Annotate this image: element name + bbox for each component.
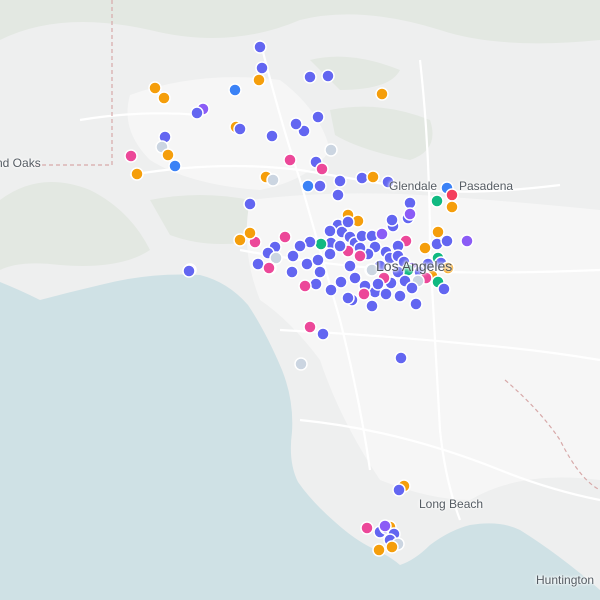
location-marker[interactable] (309, 277, 323, 291)
location-marker[interactable] (365, 263, 379, 277)
location-marker[interactable] (324, 143, 338, 157)
location-marker[interactable] (313, 265, 327, 279)
location-marker[interactable] (355, 171, 369, 185)
location-marker[interactable] (385, 540, 399, 554)
location-marker[interactable] (285, 265, 299, 279)
location-marker[interactable] (323, 224, 337, 238)
location-marker[interactable] (311, 253, 325, 267)
location-marker[interactable] (405, 281, 419, 295)
location-marker[interactable] (252, 73, 266, 87)
location-marker[interactable] (289, 117, 303, 131)
location-marker[interactable] (303, 70, 317, 84)
location-marker[interactable] (353, 249, 367, 263)
location-marker[interactable] (283, 153, 297, 167)
location-marker[interactable] (403, 196, 417, 210)
location-marker[interactable] (460, 234, 474, 248)
location-marker[interactable] (130, 167, 144, 181)
location-marker[interactable] (301, 179, 315, 193)
location-marker[interactable] (262, 261, 276, 275)
location-marker[interactable] (323, 247, 337, 261)
location-marker[interactable] (334, 275, 348, 289)
location-marker[interactable] (392, 483, 406, 497)
location-marker[interactable] (298, 279, 312, 293)
map-canvas[interactable]: nd Oaks Glendale Pasadena Los Angeles Lo… (0, 0, 600, 600)
location-marker[interactable] (418, 241, 432, 255)
location-marker[interactable] (341, 215, 355, 229)
location-marker[interactable] (294, 357, 308, 371)
location-marker[interactable] (311, 110, 325, 124)
location-marker[interactable] (445, 188, 459, 202)
location-marker[interactable] (366, 170, 380, 184)
location-marker[interactable] (381, 175, 395, 189)
location-marker[interactable] (148, 81, 162, 95)
location-marker[interactable] (385, 213, 399, 227)
location-marker[interactable] (431, 225, 445, 239)
location-marker[interactable] (243, 197, 257, 211)
location-marker[interactable] (266, 173, 280, 187)
location-marker[interactable] (409, 297, 423, 311)
location-marker[interactable] (348, 271, 362, 285)
location-marker[interactable] (233, 122, 247, 136)
location-marker[interactable] (314, 237, 328, 251)
location-marker[interactable] (278, 230, 292, 244)
location-marker[interactable] (393, 289, 407, 303)
location-marker[interactable] (430, 194, 444, 208)
location-marker[interactable] (372, 543, 386, 557)
location-marker[interactable] (286, 249, 300, 263)
location-marker[interactable] (182, 264, 196, 278)
location-marker[interactable] (251, 257, 265, 271)
location-marker[interactable] (379, 287, 393, 301)
location-marker[interactable] (168, 159, 182, 173)
location-marker[interactable] (378, 519, 392, 533)
location-marker[interactable] (161, 148, 175, 162)
location-marker[interactable] (157, 91, 171, 105)
location-marker[interactable] (228, 83, 242, 97)
location-marker[interactable] (190, 106, 204, 120)
location-marker[interactable] (331, 188, 345, 202)
location-marker[interactable] (371, 277, 385, 291)
location-marker[interactable] (441, 261, 455, 275)
location-marker[interactable] (265, 129, 279, 143)
location-marker[interactable] (437, 282, 451, 296)
location-marker[interactable] (343, 259, 357, 273)
location-marker[interactable] (255, 61, 269, 75)
location-marker[interactable] (375, 227, 389, 241)
location-marker[interactable] (124, 149, 138, 163)
location-marker[interactable] (316, 327, 330, 341)
location-marker[interactable] (394, 351, 408, 365)
location-marker[interactable] (360, 521, 374, 535)
location-marker[interactable] (313, 179, 327, 193)
location-marker[interactable] (303, 320, 317, 334)
location-marker[interactable] (440, 234, 454, 248)
location-marker[interactable] (403, 207, 417, 221)
location-marker[interactable] (365, 299, 379, 313)
location-marker[interactable] (333, 174, 347, 188)
location-marker[interactable] (324, 283, 338, 297)
basemap (0, 0, 600, 600)
location-marker[interactable] (341, 291, 355, 305)
location-marker[interactable] (300, 257, 314, 271)
location-marker[interactable] (333, 239, 347, 253)
location-marker[interactable] (357, 287, 371, 301)
location-marker[interactable] (243, 226, 257, 240)
location-marker[interactable] (321, 69, 335, 83)
location-marker[interactable] (315, 162, 329, 176)
location-marker[interactable] (445, 200, 459, 214)
location-marker[interactable] (375, 87, 389, 101)
location-marker[interactable] (253, 40, 267, 54)
